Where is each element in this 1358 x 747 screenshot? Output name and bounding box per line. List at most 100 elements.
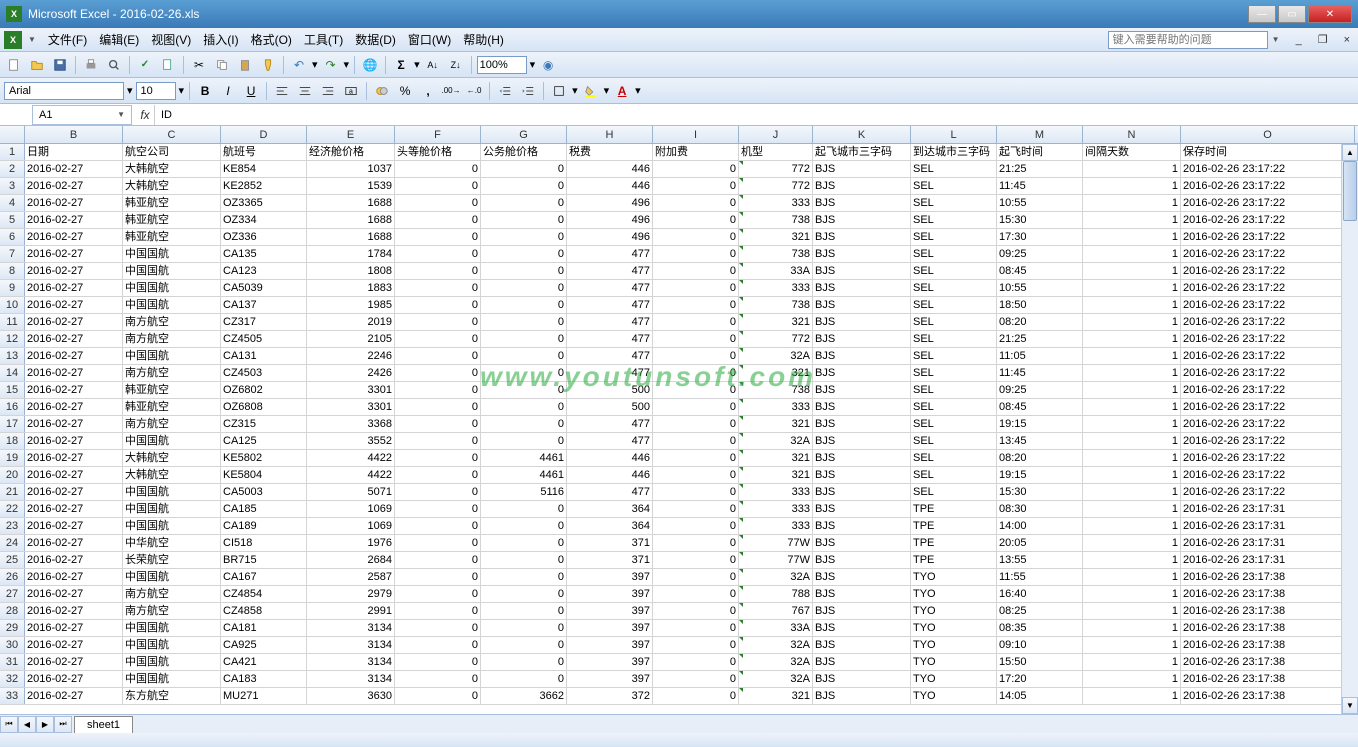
- cell[interactable]: 0: [481, 161, 567, 177]
- cell[interactable]: 772: [739, 178, 813, 194]
- cell[interactable]: SEL: [911, 365, 997, 381]
- cell[interactable]: 14:05: [997, 688, 1083, 704]
- cell[interactable]: 0: [653, 467, 739, 483]
- cell[interactable]: 0: [481, 518, 567, 534]
- cell[interactable]: 2016-02-26 23:17:22: [1181, 178, 1355, 194]
- cell[interactable]: 09:10: [997, 637, 1083, 653]
- cell[interactable]: 1: [1083, 620, 1181, 636]
- cell[interactable]: 0: [395, 280, 481, 296]
- cell[interactable]: CZ317: [221, 314, 307, 330]
- cell[interactable]: BJS: [813, 535, 911, 551]
- row-header[interactable]: 33: [0, 688, 25, 704]
- align-center-button[interactable]: [295, 81, 315, 101]
- cell[interactable]: 0: [395, 586, 481, 602]
- cell[interactable]: SEL: [911, 467, 997, 483]
- cell[interactable]: 2016-02-27: [25, 229, 123, 245]
- cell[interactable]: 中国国航: [123, 671, 221, 687]
- cell[interactable]: 2016-02-27: [25, 348, 123, 364]
- cell[interactable]: 1688: [307, 229, 395, 245]
- cell[interactable]: SEL: [911, 331, 997, 347]
- cell[interactable]: 中国国航: [123, 297, 221, 313]
- row-header[interactable]: 24: [0, 535, 25, 551]
- cell[interactable]: BJS: [813, 178, 911, 194]
- cell[interactable]: 2016-02-27: [25, 586, 123, 602]
- cell[interactable]: 09:25: [997, 246, 1083, 262]
- cell[interactable]: SEL: [911, 382, 997, 398]
- cell[interactable]: 2016-02-26 23:17:22: [1181, 382, 1355, 398]
- cell[interactable]: 2016-02-27: [25, 416, 123, 432]
- sheet-tab[interactable]: sheet1: [74, 716, 133, 733]
- align-left-button[interactable]: [272, 81, 292, 101]
- cell[interactable]: 韩亚航空: [123, 195, 221, 211]
- cell[interactable]: 0: [395, 501, 481, 517]
- cell[interactable]: 2016-02-26 23:17:38: [1181, 586, 1355, 602]
- cell[interactable]: 中国国航: [123, 569, 221, 585]
- cell[interactable]: 2019: [307, 314, 395, 330]
- cell[interactable]: 364: [567, 518, 653, 534]
- cell[interactable]: 0: [481, 382, 567, 398]
- select-all-corner[interactable]: [0, 126, 25, 143]
- cell[interactable]: 0: [481, 620, 567, 636]
- hyperlink-button[interactable]: 🌐: [360, 55, 380, 75]
- cell[interactable]: 中国国航: [123, 654, 221, 670]
- cell[interactable]: 321: [739, 416, 813, 432]
- maximize-button[interactable]: ▭: [1278, 5, 1306, 23]
- cell[interactable]: TPE: [911, 518, 997, 534]
- cell[interactable]: 到达城市三字码: [911, 144, 997, 160]
- cell[interactable]: 0: [481, 569, 567, 585]
- cell[interactable]: 20:05: [997, 535, 1083, 551]
- cell[interactable]: CA5039: [221, 280, 307, 296]
- cell[interactable]: 496: [567, 212, 653, 228]
- cell[interactable]: 1: [1083, 637, 1181, 653]
- cell[interactable]: 1: [1083, 348, 1181, 364]
- cell[interactable]: 767: [739, 603, 813, 619]
- cell[interactable]: CA421: [221, 654, 307, 670]
- sheet-nav-next[interactable]: ▶: [36, 716, 54, 733]
- cell[interactable]: 大韩航空: [123, 161, 221, 177]
- cell[interactable]: 韩亚航空: [123, 212, 221, 228]
- cell[interactable]: 1: [1083, 263, 1181, 279]
- cell[interactable]: TPE: [911, 552, 997, 568]
- cell[interactable]: 15:30: [997, 484, 1083, 500]
- cell[interactable]: 0: [653, 161, 739, 177]
- cell[interactable]: BJS: [813, 518, 911, 534]
- print-preview-button[interactable]: [104, 55, 124, 75]
- cell[interactable]: 32A: [739, 348, 813, 364]
- cell[interactable]: 0: [653, 654, 739, 670]
- row-header[interactable]: 20: [0, 467, 25, 483]
- row-header[interactable]: 3: [0, 178, 25, 194]
- cell[interactable]: 446: [567, 450, 653, 466]
- cell[interactable]: 10:55: [997, 195, 1083, 211]
- cell[interactable]: TYO: [911, 671, 997, 687]
- cell[interactable]: 中国国航: [123, 501, 221, 517]
- bold-button[interactable]: B: [195, 81, 215, 101]
- cell[interactable]: 371: [567, 552, 653, 568]
- cell[interactable]: 0: [653, 535, 739, 551]
- name-box[interactable]: A1 ▼: [32, 105, 132, 125]
- cell[interactable]: 2016-02-27: [25, 637, 123, 653]
- cell[interactable]: 77W: [739, 552, 813, 568]
- copy-button[interactable]: [212, 55, 232, 75]
- cell[interactable]: 08:35: [997, 620, 1083, 636]
- cell[interactable]: 333: [739, 195, 813, 211]
- cell[interactable]: 3134: [307, 671, 395, 687]
- cell[interactable]: BJS: [813, 450, 911, 466]
- cell[interactable]: 0: [395, 688, 481, 704]
- font-dropdown-icon[interactable]: ▾: [127, 84, 133, 97]
- cell[interactable]: 1: [1083, 297, 1181, 313]
- cell[interactable]: 长荣航空: [123, 552, 221, 568]
- cell[interactable]: SEL: [911, 416, 997, 432]
- cell[interactable]: 0: [481, 331, 567, 347]
- scroll-up-button[interactable]: ▲: [1342, 144, 1358, 161]
- help-search-input[interactable]: [1108, 31, 1268, 49]
- cell[interactable]: 2016-02-26 23:17:22: [1181, 450, 1355, 466]
- cell[interactable]: 大韩航空: [123, 450, 221, 466]
- cell[interactable]: 477: [567, 297, 653, 313]
- percent-button[interactable]: %: [395, 81, 415, 101]
- cell[interactable]: BJS: [813, 501, 911, 517]
- cell[interactable]: 5071: [307, 484, 395, 500]
- cell[interactable]: TYO: [911, 637, 997, 653]
- cell[interactable]: OZ336: [221, 229, 307, 245]
- cell[interactable]: 1: [1083, 212, 1181, 228]
- cell[interactable]: 738: [739, 212, 813, 228]
